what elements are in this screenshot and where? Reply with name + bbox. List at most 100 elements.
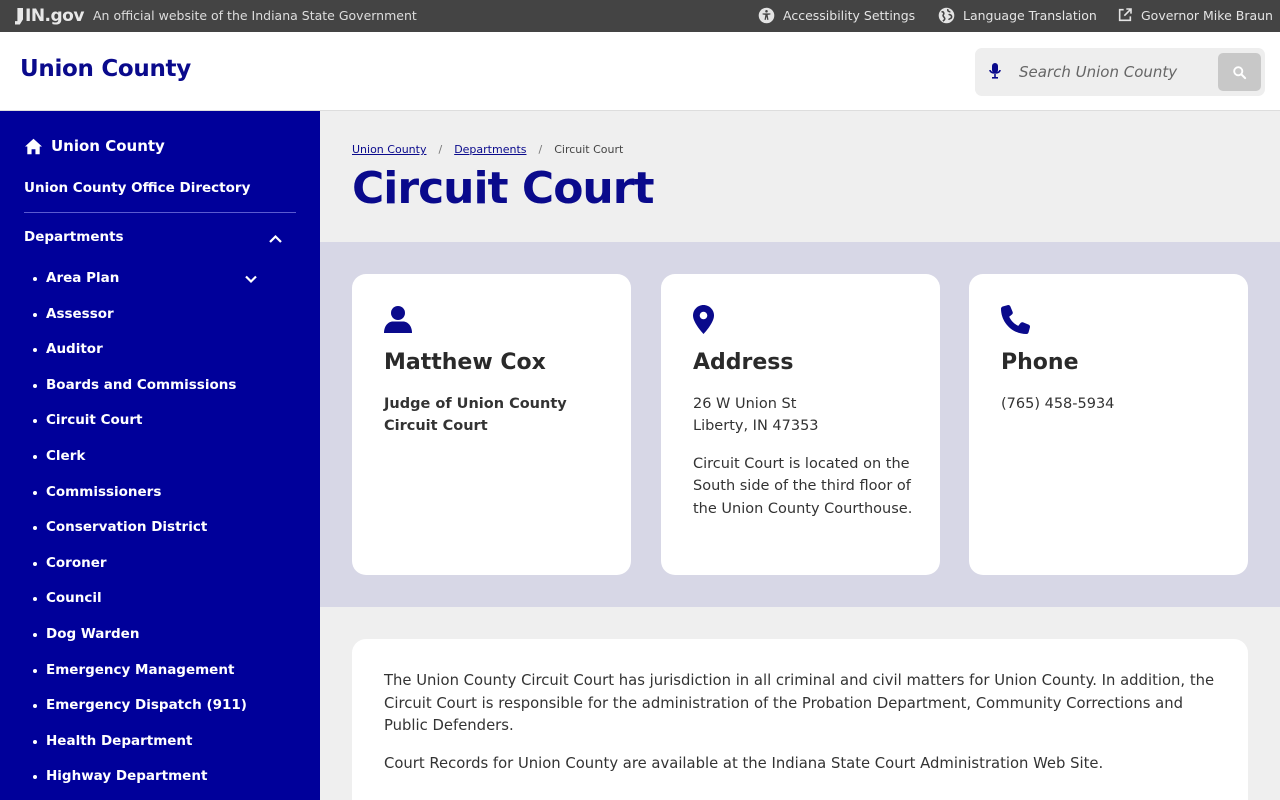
sidebar-home-link[interactable]: Union County xyxy=(24,137,165,155)
person-icon xyxy=(384,305,412,337)
external-link-icon xyxy=(1118,8,1132,22)
street-address: 26 W Union St Liberty, IN 47353 xyxy=(693,393,913,438)
page-title: Circuit Court xyxy=(352,163,654,214)
sidebar-item-label: Clerk xyxy=(46,447,86,464)
bullet-icon xyxy=(33,597,37,602)
sidebar-nav: Union County Union County Office Directo… xyxy=(0,111,320,800)
address-line-2: Liberty, IN 47353 xyxy=(693,418,819,435)
sidebar-item-auditor[interactable]: Auditor xyxy=(33,341,247,377)
sidebar-item-label: Dog Warden xyxy=(46,625,140,642)
judge-role: Judge of Union County Circuit Court xyxy=(384,393,604,437)
search-icon xyxy=(1233,65,1247,79)
court-records-paragraph: Court Records for Union County are avail… xyxy=(384,755,1104,772)
sidebar-item-commissioners[interactable]: Commissioners xyxy=(33,484,247,520)
sidebar-item-label: Commissioners xyxy=(46,483,162,500)
accessibility-icon xyxy=(758,7,775,24)
location-note: Circuit Court is located on the South si… xyxy=(693,456,913,517)
judge-name: Matthew Cox xyxy=(384,350,546,375)
governor-label: Governor Mike Braun xyxy=(1141,7,1273,23)
in-gov-logo[interactable]: IN.gov xyxy=(15,6,84,26)
sidebar-item-assessor[interactable]: Assessor xyxy=(33,306,247,342)
breadcrumb-link-departments[interactable]: Departments xyxy=(454,143,526,156)
phone-card: Phone (765) 458-5934 xyxy=(969,274,1248,575)
accessibility-settings-label: Accessibility Settings xyxy=(783,8,916,23)
sidebar-item-label: Auditor xyxy=(46,341,103,358)
judge-role-line-2: Circuit Court xyxy=(384,418,488,434)
phone-number-link[interactable]: (765) 458-5934 xyxy=(1001,393,1221,415)
search-bar xyxy=(975,48,1265,96)
sidebar-item-emergency-dispatch[interactable]: Emergency Dispatch (911) xyxy=(33,697,247,733)
bullet-icon xyxy=(33,668,37,673)
sidebar-item-label: Coroner xyxy=(46,554,107,571)
language-translation-label: Language Translation xyxy=(963,8,1097,23)
sidebar-item-coroner[interactable]: Coroner xyxy=(33,555,247,591)
sidebar-item-boards-and-commissions[interactable]: Boards and Commissions xyxy=(33,377,247,413)
bullet-icon xyxy=(33,277,37,281)
top-utility-bar: IN.gov An official website of the Indian… xyxy=(0,0,1280,32)
sidebar-departments-heading[interactable]: Departments xyxy=(24,229,124,245)
sidebar-item-label: Emergency Management xyxy=(46,661,235,678)
jurisdiction-paragraph: The Union County Circuit Court has juris… xyxy=(384,672,1215,734)
sidebar-item-council[interactable]: Council xyxy=(33,590,247,626)
sidebar-item-label: Area Plan xyxy=(46,270,120,286)
sidebar-item-dog-warden[interactable]: Dog Warden xyxy=(33,626,247,662)
in-gov-logo-text: IN.gov xyxy=(25,6,84,26)
sidebar-item-emergency-management[interactable]: Emergency Management xyxy=(33,662,247,698)
chevron-down-icon[interactable] xyxy=(244,272,258,288)
search-input[interactable] xyxy=(1019,60,1189,84)
sidebar-item-label: Conservation District xyxy=(46,519,208,536)
sidebar-item-clerk[interactable]: Clerk xyxy=(33,448,247,484)
bullet-icon xyxy=(33,419,37,424)
governor-link[interactable]: Governor Mike Braun xyxy=(1117,7,1273,23)
map-pin-icon xyxy=(693,305,714,338)
phone-icon xyxy=(1001,304,1031,338)
sidebar-item-health-department[interactable]: Health Department xyxy=(33,733,247,769)
bullet-icon xyxy=(33,739,37,744)
sidebar-item-conservation-district[interactable]: Conservation District xyxy=(33,519,247,555)
site-title[interactable]: Union County xyxy=(20,56,191,82)
description-card: The Union County Circuit Court has juris… xyxy=(352,639,1248,800)
sidebar-item-area-plan[interactable]: Area Plan xyxy=(33,270,257,306)
bullet-icon xyxy=(33,312,37,317)
sidebar-item-label: Circuit Court xyxy=(46,412,143,429)
bullet-icon xyxy=(33,775,37,780)
bullet-icon xyxy=(33,383,37,388)
sidebar-home-label: Union County xyxy=(51,137,165,155)
globe-icon xyxy=(938,7,955,24)
sidebar-item-highway-department[interactable]: Highway Department xyxy=(33,768,247,800)
judge-role-line-1: Judge of Union County xyxy=(384,396,567,412)
departments-list: Area Plan Assessor Auditor Boards and Co… xyxy=(33,270,257,800)
official-website-notice: An official website of the Indiana State… xyxy=(93,8,417,23)
breadcrumb-separator: / xyxy=(538,143,543,156)
search-button[interactable] xyxy=(1218,53,1261,91)
language-translation-link[interactable]: Language Translation xyxy=(938,7,1097,24)
sidebar-item-label: Council xyxy=(46,590,102,607)
judge-card: Matthew Cox Judge of Union County Circui… xyxy=(352,274,631,575)
microphone-icon[interactable] xyxy=(989,62,1001,84)
sidebar-item-label: Assessor xyxy=(46,305,114,322)
sidebar-item-label: Emergency Dispatch (911) xyxy=(46,697,247,714)
address-line-1: 26 W Union St xyxy=(693,396,797,412)
bullet-icon xyxy=(33,704,37,709)
breadcrumb-separator: / xyxy=(438,143,443,156)
breadcrumb: Union County / Departments / Circuit Cou… xyxy=(352,143,623,156)
sidebar-item-circuit-court[interactable]: Circuit Court xyxy=(33,412,247,448)
indiana-state-icon xyxy=(15,7,23,25)
bullet-icon xyxy=(33,526,37,531)
phone-heading: Phone xyxy=(1001,350,1079,375)
chevron-up-icon[interactable] xyxy=(268,229,283,248)
bullet-icon xyxy=(33,490,37,495)
breadcrumb-link-union-county[interactable]: Union County xyxy=(352,143,426,156)
site-header: Union County xyxy=(0,32,1280,111)
address-heading: Address xyxy=(693,350,794,375)
accessibility-settings-link[interactable]: Accessibility Settings xyxy=(758,7,915,24)
breadcrumb-current: Circuit Court xyxy=(554,143,624,156)
bullet-icon xyxy=(33,632,37,637)
sidebar-divider xyxy=(24,212,296,213)
sidebar-item-label: Health Department xyxy=(46,732,193,749)
bullet-icon xyxy=(33,561,37,566)
bullet-icon xyxy=(33,348,37,353)
bullet-icon xyxy=(33,454,37,459)
sidebar-item-label: Boards and Commissions xyxy=(46,376,237,393)
sidebar-office-directory-link[interactable]: Union County Office Directory xyxy=(24,180,250,196)
